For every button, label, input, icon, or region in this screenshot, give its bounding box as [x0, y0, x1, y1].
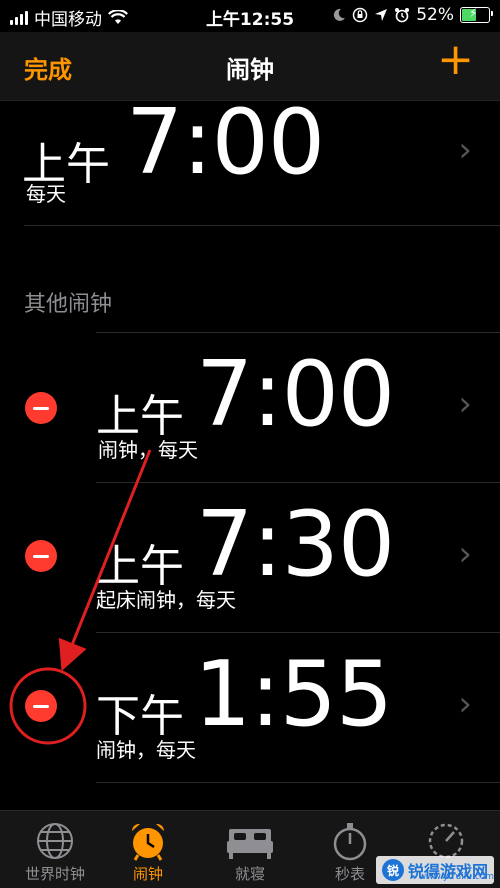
alarm-row-wake[interactable]: 上午 7:00 每天 ›	[0, 90, 500, 225]
alarm-row[interactable]: 上午 7:00 闹钟，每天 ›	[0, 332, 500, 482]
bed-icon	[227, 829, 273, 859]
alarm-clock-icon	[131, 823, 165, 861]
moon-icon	[334, 8, 346, 21]
battery-percentage: 52%	[416, 5, 454, 25]
alarm-label: 起床闹钟，每天	[96, 588, 236, 612]
alarm-status-icon	[395, 8, 410, 23]
tab-label: 秒表	[334, 865, 365, 883]
tab-label: 世界时钟	[24, 865, 85, 883]
delete-alarm-button[interactable]	[25, 392, 57, 424]
clock-app-screen: 中国移动 上午12:55 52% ⚡ 完成 闹钟 + 上午 7:00 每天 › …	[0, 0, 500, 888]
location-arrow-icon	[375, 9, 388, 21]
stopwatch-icon	[333, 823, 367, 861]
alarm-row[interactable]: 下午 1:55 闹钟，每天 ›	[0, 632, 500, 782]
tab-label: 就寝	[234, 865, 265, 883]
globe-icon	[37, 823, 73, 859]
tab-label: 闹钟	[132, 865, 163, 883]
alarm-label: 闹钟，每天	[98, 438, 198, 462]
delete-alarm-button[interactable]	[25, 690, 57, 722]
delete-alarm-button[interactable]	[25, 540, 57, 572]
tab-bedtime[interactable]: 就寝	[200, 819, 300, 884]
alarm-time: 1:55	[194, 642, 393, 747]
charging-bolt-icon: ⚡	[469, 6, 478, 20]
other-alarms-header: 其他闹钟	[24, 292, 113, 317]
watermark-logo-icon: 锐	[381, 859, 404, 881]
chevron-right-icon[interactable]: ›	[458, 130, 472, 170]
alarm-time: 7:00	[196, 342, 395, 447]
divider	[96, 782, 500, 783]
status-bar: 中国移动 上午12:55 52% ⚡	[0, 0, 500, 32]
divider	[24, 225, 500, 226]
orientation-lock-icon	[352, 7, 368, 23]
status-right: 52% ⚡	[332, 5, 493, 25]
alarm-label: 每天	[26, 182, 66, 206]
chevron-right-icon[interactable]: ›	[458, 384, 472, 424]
battery-icon: ⚡	[460, 6, 493, 23]
tab-alarm[interactable]: 闹钟	[98, 819, 198, 884]
chevron-right-icon[interactable]: ›	[458, 684, 472, 724]
tab-world-clock[interactable]: 世界时钟	[5, 819, 105, 884]
alarm-row[interactable]: 上午 7:30 起床闹钟，每天 ›	[0, 482, 500, 632]
page-title: 闹钟	[226, 56, 274, 84]
alarm-label: 闹钟，每天	[96, 738, 196, 762]
alarm-time: 7:00	[126, 90, 325, 195]
alarm-time: 7:30	[196, 492, 395, 597]
chevron-right-icon[interactable]: ›	[458, 534, 472, 574]
add-alarm-button[interactable]: +	[437, 38, 474, 82]
watermark-url: www.ytruilu.com	[418, 872, 494, 882]
